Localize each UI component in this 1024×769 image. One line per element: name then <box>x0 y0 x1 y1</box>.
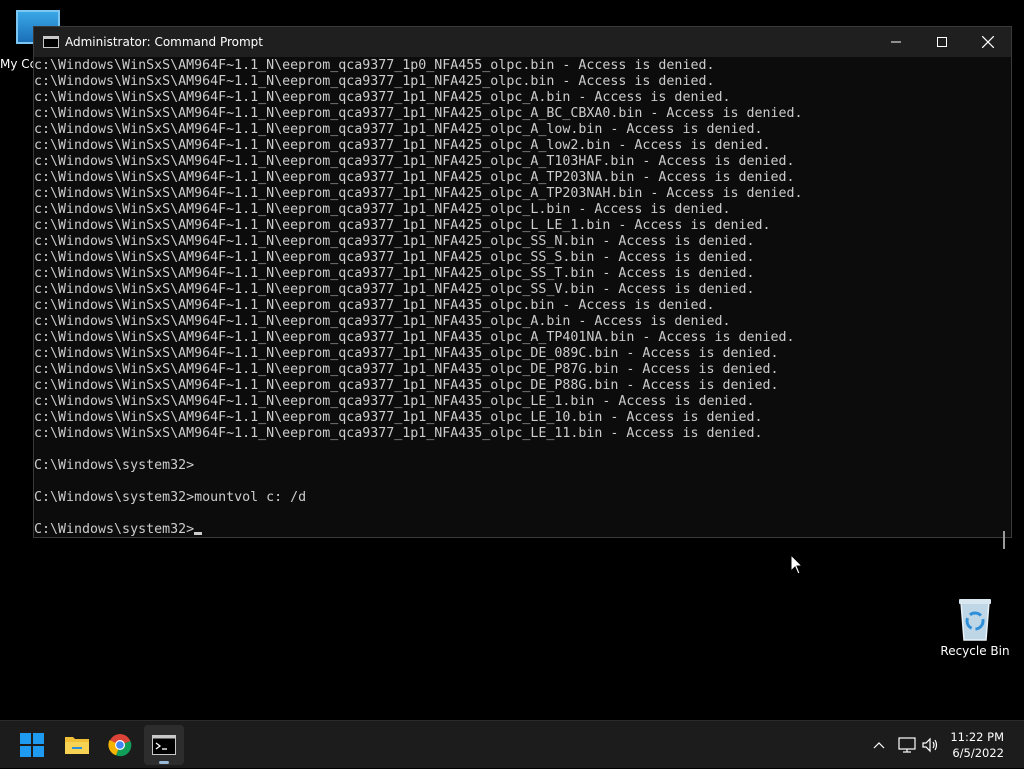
close-icon <box>982 36 994 48</box>
network-icon <box>898 737 916 753</box>
windows-logo-icon <box>20 733 44 757</box>
volume-button[interactable] <box>920 737 942 753</box>
folder-icon <box>65 737 89 754</box>
close-button[interactable] <box>965 27 1011 57</box>
network-button[interactable] <box>894 737 920 753</box>
console-line: c:\Windows\WinSxS\AM964F~1.1_N\eeprom_qc… <box>34 202 731 217</box>
clock-date: 6/5/2022 <box>952 746 1004 760</box>
console-line: c:\Windows\WinSxS\AM964F~1.1_N\eeprom_qc… <box>34 346 779 361</box>
console-line: c:\Windows\WinSxS\AM964F~1.1_N\eeprom_qc… <box>34 314 731 329</box>
maximize-icon <box>937 37 947 47</box>
terminal-icon <box>152 735 176 755</box>
console-line: c:\Windows\WinSxS\AM964F~1.1_N\eeprom_qc… <box>34 138 771 153</box>
console-line: c:\Windows\WinSxS\AM964F~1.1_N\eeprom_qc… <box>34 298 715 313</box>
console-line: c:\Windows\WinSxS\AM964F~1.1_N\eeprom_qc… <box>34 106 803 121</box>
console-line: c:\Windows\WinSxS\AM964F~1.1_N\eeprom_qc… <box>34 330 795 345</box>
vertical-scrollbar[interactable] <box>997 57 1011 549</box>
console-line: C:\Windows\system32>mountvol c: /d <box>34 490 307 505</box>
clock-time: 11:22 PM <box>950 730 1004 744</box>
speaker-icon <box>922 737 938 753</box>
taskbar-chrome[interactable] <box>100 725 140 765</box>
taskbar-command-prompt[interactable] <box>144 725 184 765</box>
console-line: c:\Windows\WinSxS\AM964F~1.1_N\eeprom_qc… <box>34 234 755 249</box>
console-line: c:\Windows\WinSxS\AM964F~1.1_N\eeprom_qc… <box>34 426 763 441</box>
console-line: c:\Windows\WinSxS\AM964F~1.1_N\eeprom_qc… <box>34 74 715 89</box>
taskbar: 11:22 PM 6/5/2022 <box>0 720 1024 768</box>
console-line: c:\Windows\WinSxS\AM964F~1.1_N\eeprom_qc… <box>34 154 795 169</box>
console-line: c:\Windows\WinSxS\AM964F~1.1_N\eeprom_qc… <box>34 218 771 233</box>
chevron-up-icon <box>873 742 885 749</box>
console-line: c:\Windows\WinSxS\AM964F~1.1_N\eeprom_qc… <box>34 170 795 185</box>
taskbar-clock[interactable]: 11:22 PM 6/5/2022 <box>950 729 1004 761</box>
taskbar-file-explorer[interactable] <box>57 725 97 765</box>
window-title: Administrator: Command Prompt <box>65 35 263 49</box>
mouse-pointer-icon <box>790 554 804 575</box>
console-prompt-line[interactable]: C:\Windows\system32> <box>34 522 997 537</box>
console-line: c:\Windows\WinSxS\AM964F~1.1_N\eeprom_qc… <box>34 122 763 137</box>
console-output[interactable]: c:\Windows\WinSxS\AM964F~1.1_N\eeprom_qc… <box>34 57 997 537</box>
console-line: c:\Windows\WinSxS\AM964F~1.1_N\eeprom_qc… <box>34 90 731 105</box>
recycle-bin-icon <box>959 599 991 641</box>
text-cursor <box>194 532 203 535</box>
console-line: c:\Windows\WinSxS\AM964F~1.1_N\eeprom_qc… <box>34 186 803 201</box>
console-line: c:\Windows\WinSxS\AM964F~1.1_N\eeprom_qc… <box>34 282 755 297</box>
window-titlebar[interactable]: Administrator: Command Prompt <box>34 27 1011 57</box>
minimize-button[interactable] <box>873 27 919 57</box>
command-prompt-window[interactable]: Administrator: Command Prompt c:\Windows… <box>33 26 1012 549</box>
console-line: c:\Windows\WinSxS\AM964F~1.1_N\eeprom_qc… <box>34 58 715 73</box>
console-line: c:\Windows\WinSxS\AM964F~1.1_N\eeprom_qc… <box>34 266 755 281</box>
console-line: c:\Windows\WinSxS\AM964F~1.1_N\eeprom_qc… <box>34 362 779 377</box>
scrollbar-thumb[interactable] <box>1003 531 1005 549</box>
console-line: c:\Windows\WinSxS\AM964F~1.1_N\eeprom_qc… <box>34 410 763 425</box>
chrome-icon <box>108 734 132 757</box>
terminal-icon <box>43 36 59 48</box>
desktop-icon-recycle-bin[interactable]: Recycle Bin <box>940 596 1010 658</box>
console-prompt: C:\Windows\system32> <box>34 522 195 537</box>
start-button[interactable] <box>12 725 52 765</box>
minimize-icon <box>891 41 901 43</box>
console-line: c:\Windows\WinSxS\AM964F~1.1_N\eeprom_qc… <box>34 378 779 393</box>
console-line: c:\Windows\WinSxS\AM964F~1.1_N\eeprom_qc… <box>34 250 755 265</box>
show-hidden-icons-button[interactable] <box>870 741 888 749</box>
console-line: C:\Windows\system32> <box>34 458 195 473</box>
desktop-icon-label: Recycle Bin <box>940 644 1010 658</box>
maximize-button[interactable] <box>919 27 965 57</box>
console-line: c:\Windows\WinSxS\AM964F~1.1_N\eeprom_qc… <box>34 394 755 409</box>
system-tray <box>870 721 942 769</box>
